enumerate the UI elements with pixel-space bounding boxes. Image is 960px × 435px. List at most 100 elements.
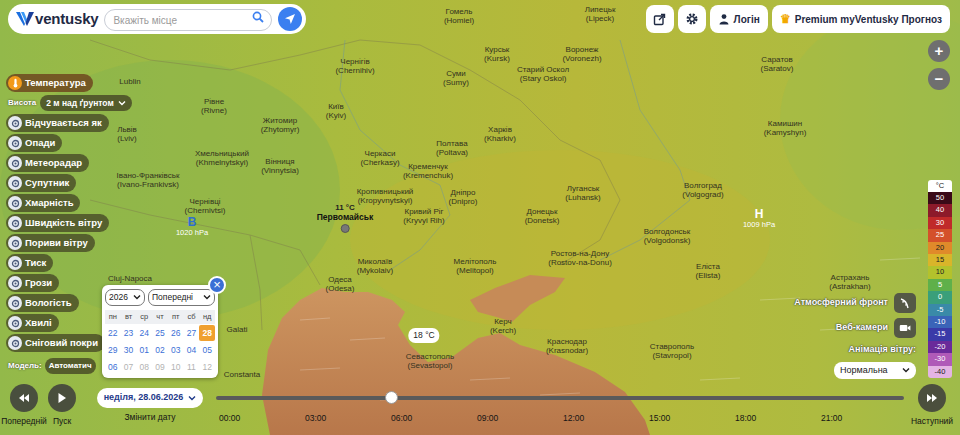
city-label[interactable]: Севастополь(Sevastopol)	[406, 353, 454, 370]
layer-item[interactable]: Відчувається як	[6, 114, 109, 132]
city-name[interactable]: Ростов-на-Дону	[548, 250, 612, 259]
login-button[interactable]: Логін	[710, 5, 768, 33]
city-label[interactable]: Чернівці(Chernivtsi)	[185, 198, 226, 215]
city-label[interactable]: Чернігів(Chernihiv)	[335, 58, 374, 75]
city-label[interactable]: Ставрополь(Stavropol)	[650, 343, 694, 360]
city-label[interactable]: Ростов-на-Дону(Rostov-na-Donu)	[548, 250, 612, 267]
city-label[interactable]: Волгоград(Volgograd)	[682, 182, 723, 199]
locate-button[interactable]	[278, 7, 302, 31]
city-name[interactable]: Дніпро	[449, 189, 478, 198]
hour-label[interactable]: 15:00	[646, 412, 732, 425]
city-name[interactable]: Житомир	[261, 117, 300, 126]
front-toggle-button[interactable]	[894, 293, 916, 313]
calendar-day[interactable]: 25	[152, 325, 168, 341]
city-name[interactable]: Севастополь	[406, 353, 454, 362]
city-name[interactable]: Саратов	[761, 56, 794, 65]
city-name[interactable]: Миколаїв	[357, 258, 393, 267]
city-label[interactable]: Рівне(Rivne)	[201, 98, 227, 115]
city-label[interactable]: Краснодар(Krasnodar)	[546, 338, 588, 355]
hour-label[interactable]: 18:00	[732, 412, 818, 425]
date-button[interactable]: неділя, 28.06.2026	[97, 388, 204, 408]
calendar-day[interactable]: 30	[121, 342, 137, 358]
city-name[interactable]: Constanta	[224, 371, 260, 380]
layer-item[interactable]: Опади	[6, 134, 62, 152]
city-name[interactable]: Старий Оскол	[517, 66, 569, 75]
city-label[interactable]: Полтава(Poltava)	[436, 140, 468, 157]
webcams-button[interactable]	[894, 318, 916, 338]
city-name[interactable]: Galati	[227, 326, 248, 335]
layer-item[interactable]: Швидкість вітру	[6, 214, 109, 232]
hour-label[interactable]: 12:00	[560, 412, 646, 425]
logo[interactable]: ventusky	[16, 8, 98, 31]
city-label[interactable]: Еліста(Elista)	[696, 263, 721, 280]
hour-label[interactable]: 06:00	[388, 412, 474, 425]
layer-item[interactable]: Хмарність	[6, 194, 80, 212]
place-name[interactable]: Первомайськ	[317, 213, 374, 222]
hour-label[interactable]: 21:00	[818, 412, 904, 425]
zoom-out-button[interactable]: −	[928, 68, 950, 90]
city-name[interactable]: Воронеж	[562, 46, 601, 55]
city-name[interactable]: Кропивницький	[357, 188, 414, 197]
city-name[interactable]: Черкаси	[360, 150, 399, 159]
calendar-day[interactable]: 05	[199, 342, 215, 358]
timeline-track[interactable]	[216, 396, 904, 400]
calendar-day[interactable]: 22	[105, 325, 121, 341]
selected-place[interactable]: 11 °CПервомайськ	[317, 204, 374, 233]
city-label[interactable]: Хмельницький(Khmelnytskyi)	[195, 150, 249, 167]
logo-text[interactable]: ventusky	[35, 8, 98, 31]
city-label[interactable]: Constanta	[224, 371, 260, 380]
settings-button[interactable]	[678, 5, 706, 33]
premium-button[interactable]: ♛Premium myVentusky Прогноз	[772, 5, 950, 33]
city-name[interactable]: Хмельницький	[195, 150, 249, 159]
city-label[interactable]: Харків(Kharkiv)	[484, 126, 516, 143]
city-label[interactable]: Камишин(Kamyshyn)	[764, 120, 807, 137]
layer-item[interactable]: Температура	[6, 74, 93, 92]
city-label[interactable]: Львів(Lviv)	[117, 126, 137, 143]
calendar-day[interactable]: 29	[105, 342, 121, 358]
city-label[interactable]: Одеса(Odesa)	[326, 276, 355, 293]
city-name[interactable]: Мелітополь	[454, 258, 497, 267]
city-name[interactable]: Ставрополь	[650, 343, 694, 352]
close-button[interactable]: ×	[208, 276, 226, 294]
city-name[interactable]: Керч	[490, 318, 516, 327]
calendar-day[interactable]: 23	[121, 325, 137, 341]
city-name[interactable]: Астрахань	[829, 274, 870, 283]
calendar-day[interactable]: 06	[105, 359, 121, 375]
city-name[interactable]: Cluj-Napoca	[108, 275, 152, 284]
city-name[interactable]: Львів	[117, 126, 137, 135]
layer-item[interactable]: Пориви вітру	[6, 234, 95, 252]
city-label[interactable]: Липецьк(Lipeck)	[585, 6, 616, 23]
hour-label[interactable]: 00:00	[216, 412, 302, 425]
city-label[interactable]: Київ(Kyiv)	[326, 103, 346, 120]
layer-item[interactable]: Супутник	[6, 174, 76, 192]
city-label[interactable]: Курськ(Kursk)	[484, 46, 510, 63]
layer-item[interactable]: Метеорадар	[6, 154, 89, 172]
city-label[interactable]: Кропивницький(Kropyvnytskyi)	[357, 188, 414, 205]
city-label[interactable]: Кривий Ріг(Kryvyi Rih)	[403, 208, 444, 225]
calendar-day[interactable]: 28	[199, 325, 215, 341]
hour-label[interactable]: 09:00	[474, 412, 560, 425]
layer-item[interactable]: Вологість	[6, 294, 79, 312]
city-name[interactable]: Суми	[443, 70, 469, 79]
play-button[interactable]	[48, 384, 76, 412]
city-name[interactable]: Харків	[484, 126, 516, 135]
city-name[interactable]: Чернігів	[335, 58, 374, 67]
city-label[interactable]: Саратов(Saratov)	[761, 56, 794, 73]
timeline-handle[interactable]	[385, 391, 398, 404]
city-label[interactable]: Керч(Kerch)	[490, 318, 516, 335]
zoom-in-button[interactable]: +	[928, 40, 950, 62]
layer-item[interactable]: Тиск	[6, 254, 53, 272]
city-label[interactable]: Кременчук(Kremenchuk)	[403, 163, 453, 180]
share-button[interactable]	[646, 5, 674, 33]
layer-item[interactable]: Грози	[6, 274, 59, 292]
city-label[interactable]: Донецьк(Donetsk)	[525, 208, 560, 225]
previous-button[interactable]	[10, 384, 38, 412]
city-name[interactable]: Київ	[326, 103, 346, 112]
city-label[interactable]: Cluj-Napoca	[108, 275, 152, 284]
city-name[interactable]: Луганськ	[565, 185, 601, 194]
calendar-day[interactable]: 27	[184, 325, 200, 341]
city-label[interactable]: Дніпро(Dnipro)	[449, 189, 478, 206]
model-select[interactable]: Автоматич	[45, 358, 96, 374]
city-label[interactable]: Миколаїв(Mykolaiv)	[357, 258, 393, 275]
month-select[interactable]: Попередні	[148, 289, 215, 306]
